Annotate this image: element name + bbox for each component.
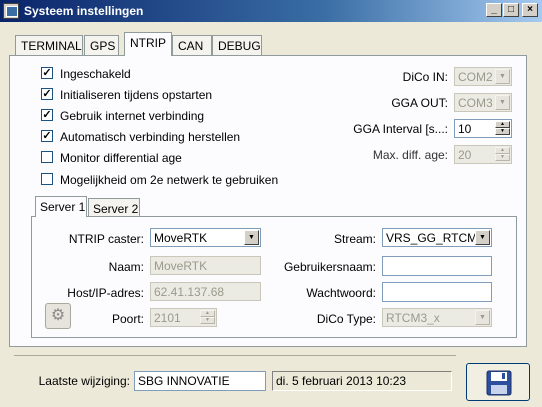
floppy-disk-icon	[486, 370, 512, 396]
spin-buttons[interactable]: ▲ ▼	[200, 310, 215, 325]
checkbox-initialiseren[interactable]: ✓	[41, 88, 53, 100]
tab-label: Server 2	[93, 202, 139, 216]
poort-stepper[interactable]: 2101 ▲ ▼	[150, 308, 217, 327]
max-diff-age-stepper[interactable]: 20 ▲ ▼	[454, 145, 512, 164]
tab-can[interactable]: CAN	[172, 35, 212, 55]
chevron-down-icon: ▼	[475, 310, 490, 325]
window-title: Systeem instellingen	[24, 4, 144, 18]
tab-debug[interactable]: DEBUG	[212, 35, 262, 55]
poort-label: Poort:	[111, 312, 144, 326]
gear-icon: ⚙	[50, 307, 66, 324]
spin-up-icon[interactable]: ▲	[495, 147, 510, 154]
spin-buttons[interactable]: ▲ ▼	[495, 121, 510, 136]
select-value: MoveRTK	[154, 231, 208, 245]
caster-select[interactable]: MoveRTK ▼	[150, 228, 261, 247]
chevron-down-icon: ▼	[495, 69, 510, 84]
spin-buttons[interactable]: ▲ ▼	[495, 147, 510, 162]
gga-out-select[interactable]: COM3 ▼	[454, 93, 512, 112]
naam-label: Naam:	[108, 260, 144, 274]
gebruikersnaam-label: Gebruikersnaam:	[283, 260, 376, 274]
select-value: VRS_GG_RTCM3	[386, 231, 484, 245]
tab-gps[interactable]: GPS	[84, 35, 119, 55]
laatste-wijziging-label: Laatste wijziging:	[38, 374, 130, 388]
chevron-down-icon[interactable]: ▼	[244, 230, 259, 245]
laatste-wijziging-date: di. 5 februari 2013 10:23	[272, 371, 452, 391]
tab-label: Server 1	[40, 200, 86, 214]
spin-down-icon[interactable]: ▼	[200, 317, 215, 324]
checkbox-ingeschakeld[interactable]: ✓	[41, 67, 53, 79]
tab-label: NTRIP	[130, 36, 166, 50]
checkbox-label: Mogelijkheid om 2e netwerk te gebruiken	[60, 173, 279, 187]
spin-down-icon[interactable]: ▼	[495, 128, 510, 135]
tab-label: GPS	[90, 39, 116, 53]
select-value: COM2	[458, 70, 493, 84]
stepper-value: 10	[458, 122, 472, 136]
spin-up-icon[interactable]: ▲	[495, 121, 510, 128]
wachtwoord-field[interactable]	[382, 282, 492, 302]
checkbox-label: Gebruik internet verbinding	[60, 109, 205, 123]
dico-type-select[interactable]: RTCM3_x ▼	[382, 308, 492, 327]
spin-up-icon[interactable]: ▲	[200, 310, 215, 317]
tab-label: DEBUG	[218, 39, 261, 53]
dico-in-select[interactable]: COM2 ▼	[454, 67, 512, 86]
dico-type-label: DiCo Type:	[316, 312, 376, 326]
host-label: Host/IP-adres:	[67, 286, 144, 300]
tab-label: CAN	[178, 39, 204, 53]
close-button[interactable]: ×	[522, 3, 538, 17]
tab-server-2[interactable]: Server 2	[88, 198, 140, 217]
checkbox-internet[interactable]: ✓	[41, 109, 53, 121]
host-field[interactable]: 62.41.137.68	[150, 282, 261, 301]
app-icon	[3, 3, 19, 19]
gebruikersnaam-field[interactable]	[382, 256, 492, 276]
save-button[interactable]	[466, 363, 530, 401]
wachtwoord-label: Wachtwoord:	[306, 286, 376, 300]
footer-divider	[14, 355, 456, 356]
checkbox-label: Automatisch verbinding herstellen	[60, 130, 241, 144]
tab-label: TERMINAL	[21, 39, 82, 53]
chevron-down-icon: ▼	[495, 95, 510, 110]
gga-interval-label: GGA Interval [s...:	[353, 122, 448, 136]
laatste-wijziging-user[interactable]: SBG INNOVATIE	[134, 371, 266, 391]
stream-select[interactable]: VRS_GG_RTCM3 ▼	[382, 228, 492, 247]
stepper-value: 20	[458, 148, 472, 162]
max-diff-age-label: Max. diff. age:	[372, 148, 448, 162]
gga-interval-stepper[interactable]: 10 ▲ ▼	[454, 119, 512, 138]
spin-down-icon[interactable]: ▼	[495, 154, 510, 161]
select-value: COM3	[458, 96, 493, 110]
settings-button[interactable]: ⚙	[45, 303, 71, 329]
maximize-button[interactable]: □	[503, 3, 519, 17]
checkbox-herstellen[interactable]: ✓	[41, 130, 53, 142]
tab-server-1[interactable]: Server 1	[35, 196, 87, 217]
minimize-button[interactable]: _	[486, 3, 502, 17]
tab-terminal[interactable]: TERMINAL	[15, 35, 83, 55]
tab-ntrip[interactable]: NTRIP	[124, 32, 172, 56]
title-bar[interactable]: Systeem instellingen _ □ ×	[0, 0, 542, 22]
stream-label: Stream:	[333, 232, 376, 246]
dico-in-label: DiCo IN:	[402, 70, 448, 84]
select-value: RTCM3_x	[386, 311, 440, 325]
checkbox-monitor-diff-age[interactable]	[41, 151, 53, 163]
checkbox-tweede-netwerk[interactable]	[41, 173, 53, 185]
checkbox-label: Ingeschakeld	[60, 67, 131, 81]
caster-label: NTRIP caster:	[68, 232, 144, 246]
chevron-down-icon[interactable]: ▼	[475, 230, 490, 245]
naam-field[interactable]: MoveRTK	[150, 256, 261, 275]
gga-out-label: GGA OUT:	[391, 96, 448, 110]
checkbox-label: Monitor differential age	[60, 151, 182, 165]
checkbox-label: Initialiseren tijdens opstarten	[60, 88, 213, 102]
stepper-value: 2101	[154, 311, 181, 325]
